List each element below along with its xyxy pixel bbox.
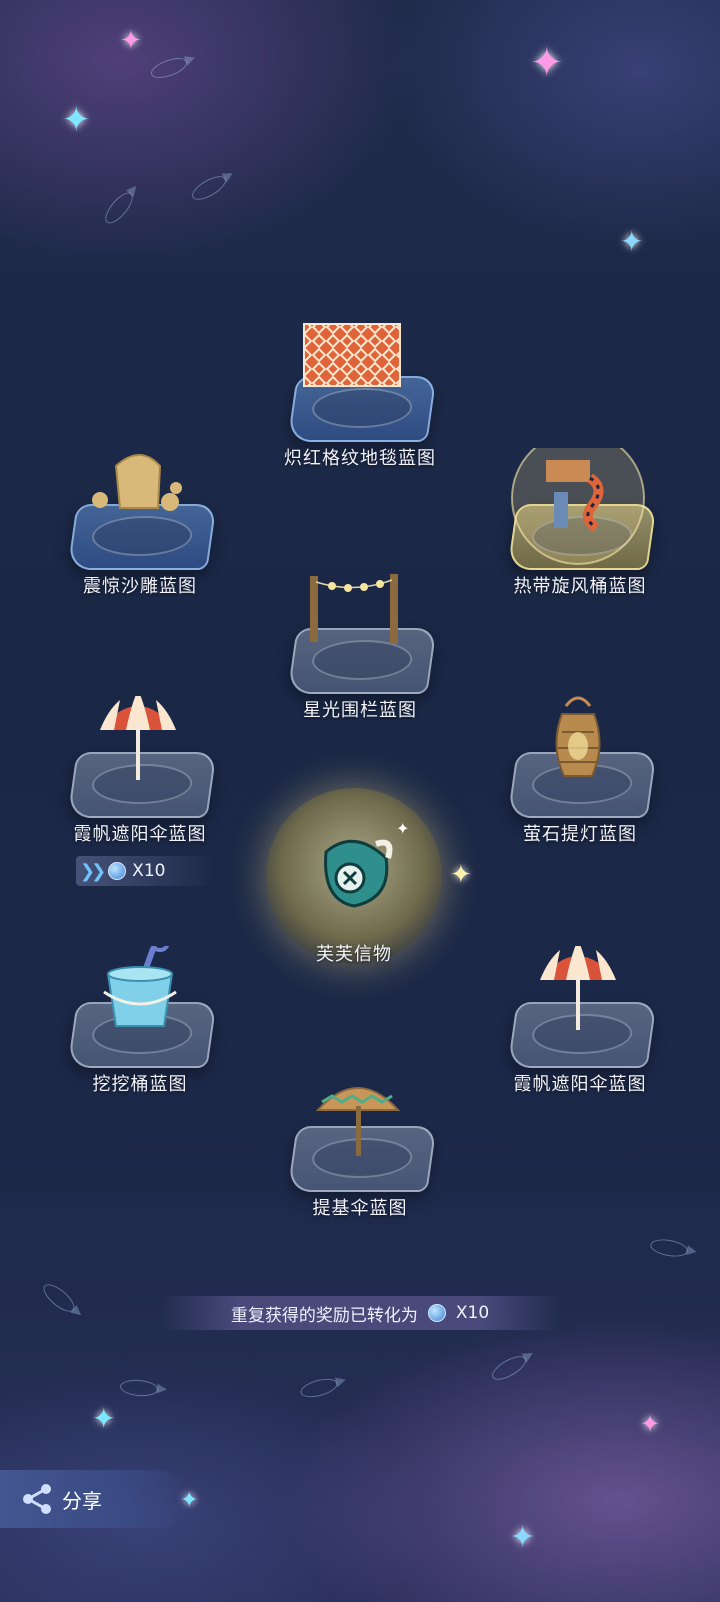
- sand-sculpture-icon: [92, 454, 182, 511]
- sparkle-icon: ✦: [510, 1520, 536, 1555]
- reward-item-tropical-barrel-blueprint[interactable]: 热带旋风桶蓝图: [490, 448, 670, 608]
- fence-icon: [310, 574, 398, 644]
- fish-decoration: [488, 1351, 530, 1385]
- item-label: 提基伞蓝图: [312, 1198, 408, 1219]
- sparkle-icon: ✦: [120, 26, 142, 56]
- item-label: 热带旋风桶蓝图: [513, 576, 647, 597]
- tiki-umbrella-icon: [315, 1087, 401, 1156]
- fish-decoration: [119, 1378, 159, 1398]
- item-label: 炽红格纹地毯蓝图: [284, 448, 436, 469]
- umbrella-icon: [540, 946, 616, 1030]
- reward-item-fluorite-lantern-blueprint[interactable]: 萤石提灯蓝图: [490, 696, 670, 856]
- bucket-icon: [103, 946, 177, 1027]
- center-reward-orb[interactable]: ✦: [266, 788, 442, 964]
- fish-decoration: [100, 188, 138, 228]
- token-icon: ✦: [324, 819, 409, 908]
- gem-currency-icon: [108, 862, 127, 880]
- sparkle-icon: ✦: [62, 100, 91, 140]
- double-chevron-icon: ❯❯: [80, 860, 106, 882]
- reward-item-dig-bucket-blueprint[interactable]: 挖挖桶蓝图: [50, 946, 230, 1106]
- fish-decoration: [188, 171, 230, 205]
- item-label: 震惊沙雕蓝图: [83, 576, 197, 597]
- sparkle-icon: ✦: [640, 1410, 661, 1438]
- item-label: 挖挖桶蓝图: [92, 1074, 188, 1095]
- sparkle-icon: ✦: [530, 40, 564, 86]
- svg-text:✦: ✦: [396, 819, 409, 838]
- rug-icon: [303, 323, 401, 387]
- sparkle-icon: ✦: [92, 1402, 116, 1435]
- share-button[interactable]: 分享: [0, 1470, 188, 1528]
- notice-amount: X10: [455, 1303, 490, 1323]
- reward-item-tiki-umbrella-blueprint[interactable]: 提基伞蓝图: [270, 1070, 450, 1230]
- item-label: 霞帆遮阳伞蓝图: [513, 1074, 647, 1095]
- share-label: 分享: [62, 1488, 102, 1513]
- reward-item-starlight-fence-blueprint[interactable]: 星光围栏蓝图: [270, 572, 450, 732]
- tropical-barrel-icon: [511, 448, 645, 565]
- reward-item-sand-sculpture-blueprint[interactable]: 震惊沙雕蓝图: [50, 448, 230, 608]
- item-label: 萤石提灯蓝图: [523, 824, 637, 845]
- fish-decoration: [39, 1279, 79, 1317]
- center-reward-label: 芙芙信物: [316, 944, 392, 965]
- sparkle-icon: ✦: [450, 860, 472, 890]
- item-label: 星光围栏蓝图: [303, 700, 417, 721]
- reward-item-rug-blueprint[interactable]: 炽红格纹地毯蓝图: [270, 320, 450, 480]
- conversion-amount: X10: [132, 861, 166, 881]
- lantern-icon: [555, 696, 601, 777]
- fish-decoration: [648, 1236, 690, 1260]
- reward-item-sunshade-umbrella-blueprint[interactable]: 霞帆遮阳伞蓝图: [50, 696, 230, 856]
- duplicate-conversion-badge: ❯❯ X10: [76, 856, 210, 886]
- notice-text: 重复获得的奖励已转化为: [230, 1305, 418, 1326]
- share-icon: [23, 1484, 51, 1514]
- fish-decoration: [298, 1375, 340, 1401]
- item-label: 霞帆遮阳伞蓝图: [73, 824, 207, 845]
- duplicate-notice-bar: 重复获得的奖励已转化为 X10: [160, 1296, 560, 1330]
- gem-currency-icon: [427, 1304, 446, 1322]
- reward-item-sunshade-umbrella-blueprint[interactable]: 霞帆遮阳伞蓝图: [490, 946, 670, 1106]
- sparkle-icon: ✦: [620, 225, 644, 258]
- umbrella-icon: [100, 696, 176, 780]
- fish-decoration: [148, 53, 190, 83]
